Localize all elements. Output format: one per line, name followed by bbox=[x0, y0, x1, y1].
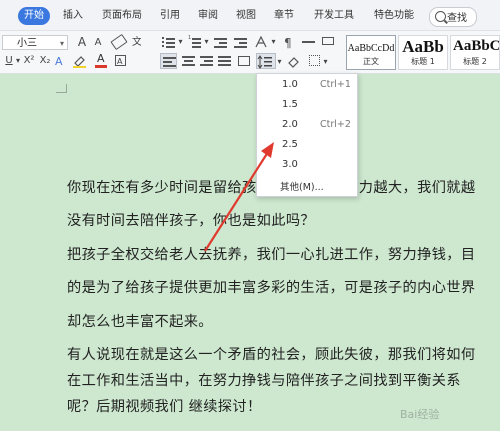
option-other-label: 其他(M)... bbox=[280, 182, 324, 193]
tab-home[interactable]: 开始 bbox=[18, 7, 50, 25]
style-normal-label: 正文 bbox=[363, 57, 379, 66]
svg-text:A: A bbox=[117, 57, 123, 66]
option-value: 3.0 bbox=[282, 159, 298, 170]
option-value: 1.5 bbox=[282, 99, 298, 110]
underline-button[interactable]: U bbox=[4, 54, 14, 68]
line-spacing-option-1-0[interactable]: 1.0 Ctrl+1 bbox=[257, 76, 357, 96]
chinese-layout-icon[interactable] bbox=[254, 34, 270, 48]
pinyin-guide-button[interactable]: 文 bbox=[131, 34, 142, 48]
option-value: 1.0 bbox=[282, 79, 298, 90]
font-color-bar bbox=[95, 65, 107, 68]
option-value: 2.5 bbox=[282, 139, 298, 150]
tab-chapter[interactable]: 章节 bbox=[270, 7, 298, 25]
line-spacing-icon bbox=[257, 55, 272, 69]
bullets-dropdown-icon[interactable]: ▾ bbox=[177, 35, 184, 49]
bullets-icon[interactable] bbox=[162, 37, 176, 48]
shrink-font-button[interactable]: A bbox=[93, 36, 103, 50]
line-spacing-option-1-5[interactable]: 1.5 bbox=[257, 96, 357, 116]
style-heading-1-sample: AaBb bbox=[402, 37, 444, 56]
subscript-button[interactable]: X₂ bbox=[38, 54, 52, 68]
search-label: 查找 bbox=[447, 13, 467, 24]
option-shortcut: Ctrl+1 bbox=[320, 79, 351, 90]
phonetic-icon: 文 bbox=[132, 35, 142, 48]
text-effect-button[interactable]: A bbox=[54, 54, 66, 68]
doc-line-5: 却怎么也丰富不起来。 bbox=[67, 314, 213, 330]
svg-text:A: A bbox=[55, 55, 63, 68]
style-heading-1[interactable]: AaBb 标题 1 bbox=[398, 35, 448, 70]
underline-dropdown-icon[interactable]: ▾ bbox=[14, 54, 22, 68]
doc-line-3: 把孩子全权交给老人去抚养，我们一心扎进工作，努力挣钱，目 bbox=[67, 247, 476, 263]
line-spacing-option-other[interactable]: 其他(M)... bbox=[257, 176, 357, 196]
align-left-button[interactable] bbox=[160, 53, 177, 69]
style-heading-2-label: 标题 2 bbox=[463, 57, 487, 66]
justify-icon[interactable] bbox=[216, 53, 233, 69]
numbering-dropdown-icon[interactable]: ▾ bbox=[203, 35, 210, 49]
style-heading-1-label: 标题 1 bbox=[411, 57, 435, 66]
style-heading-2[interactable]: AaBbC 标题 2 bbox=[450, 35, 500, 70]
svg-text:文: 文 bbox=[132, 35, 141, 48]
option-shortcut: Ctrl+2 bbox=[320, 119, 351, 130]
text-direction-icon[interactable] bbox=[302, 36, 316, 48]
shading-icon[interactable] bbox=[286, 54, 302, 68]
baidu-watermark: Bai经验 bbox=[400, 408, 440, 421]
grow-font-button[interactable]: A bbox=[76, 35, 88, 49]
borders-dropdown-icon[interactable]: ▾ bbox=[322, 55, 329, 69]
tab-insert[interactable]: 插入 bbox=[58, 7, 88, 25]
line-spacing-menu: 1.0 Ctrl+1 1.5 2.0 Ctrl+2 2.5 3.0 其他(M).… bbox=[256, 73, 358, 197]
style-normal-sample: AaBbCcDd bbox=[347, 43, 395, 54]
text-effect-icon: A bbox=[55, 55, 63, 68]
search-icon bbox=[435, 11, 446, 22]
margin-corner-mark bbox=[56, 84, 67, 93]
line-spacing-option-2-5[interactable]: 2.5 bbox=[257, 136, 357, 156]
clear-format-icon[interactable] bbox=[110, 33, 128, 51]
tab-view[interactable]: 视图 bbox=[232, 7, 260, 25]
align-right-icon[interactable] bbox=[198, 53, 215, 69]
increase-indent-icon[interactable] bbox=[234, 37, 248, 48]
tab-developer[interactable]: 开发工具 bbox=[310, 7, 358, 25]
doc-line-8: 呢？后期视频我们 继续探讨！ bbox=[67, 399, 262, 415]
font-size-select[interactable]: 小三 bbox=[2, 35, 68, 51]
option-value: 2.0 bbox=[282, 119, 298, 130]
search-button[interactable]: 查找 bbox=[429, 7, 477, 27]
style-heading-2-sample: AaBbC bbox=[453, 38, 500, 54]
svg-text:¶: ¶ bbox=[284, 36, 292, 49]
borders-icon[interactable] bbox=[308, 54, 322, 68]
menu-bar: 开始 插入 页面布局 引用 审阅 视图 章节 开发工具 特色功能 查找 bbox=[0, 0, 500, 31]
doc-line-6: 有人说现在就是这么一个矛盾的社会，顾此失彼，那我们将如何 bbox=[67, 347, 476, 363]
doc-line-7: 在工作和生活当中，在努力挣钱与陪伴孩子之间找到平衡关系 bbox=[67, 373, 461, 389]
doc-line-4: 的是为了给孩子提供更加丰富多彩的生活，可是孩子的内心世界 bbox=[67, 280, 476, 296]
decrease-indent-icon[interactable] bbox=[214, 37, 228, 48]
distributed-icon[interactable] bbox=[236, 53, 253, 69]
tab-page-layout[interactable]: 页面布局 bbox=[98, 7, 146, 25]
doc-line-2: 没有时间去陪伴孩子，你也是如此吗？ bbox=[67, 213, 315, 229]
align-center-icon[interactable] bbox=[180, 53, 197, 69]
highlight-button[interactable] bbox=[72, 54, 88, 68]
font-color-button[interactable]: A bbox=[94, 52, 110, 68]
numbering-icon[interactable]: 1 bbox=[188, 35, 202, 48]
character-border-icon: A bbox=[115, 55, 126, 66]
chinese-layout-dropdown-icon[interactable]: ▾ bbox=[270, 35, 277, 49]
font-size-value: 小三 bbox=[17, 38, 37, 49]
wps-writer-window: 开始 插入 页面布局 引用 审阅 视图 章节 开发工具 特色功能 查找 小三 A… bbox=[0, 0, 500, 431]
style-normal[interactable]: AaBbCcDd 正文 bbox=[346, 35, 396, 70]
line-spacing-button[interactable] bbox=[256, 53, 276, 69]
show-marks-icon[interactable]: ¶ bbox=[282, 34, 296, 50]
line-spacing-option-2-0[interactable]: 2.0 Ctrl+2 bbox=[257, 116, 357, 136]
font-color-letter: A bbox=[97, 52, 105, 65]
char-border-button[interactable]: A bbox=[114, 54, 128, 68]
line-spacing-option-3-0[interactable]: 3.0 bbox=[257, 156, 357, 176]
sort-icon[interactable] bbox=[322, 35, 340, 47]
tab-references[interactable]: 引用 bbox=[156, 7, 184, 25]
highlighter-icon bbox=[73, 56, 86, 68]
ribbon-toolbar: 小三 A A 文 U ▾ X² X₂ A A A bbox=[0, 31, 500, 74]
superscript-button[interactable]: X² bbox=[22, 54, 36, 68]
line-spacing-dropdown-icon[interactable]: ▾ bbox=[276, 55, 283, 69]
tab-special-features[interactable]: 特色功能 bbox=[370, 7, 418, 25]
tab-review[interactable]: 审阅 bbox=[194, 7, 222, 25]
